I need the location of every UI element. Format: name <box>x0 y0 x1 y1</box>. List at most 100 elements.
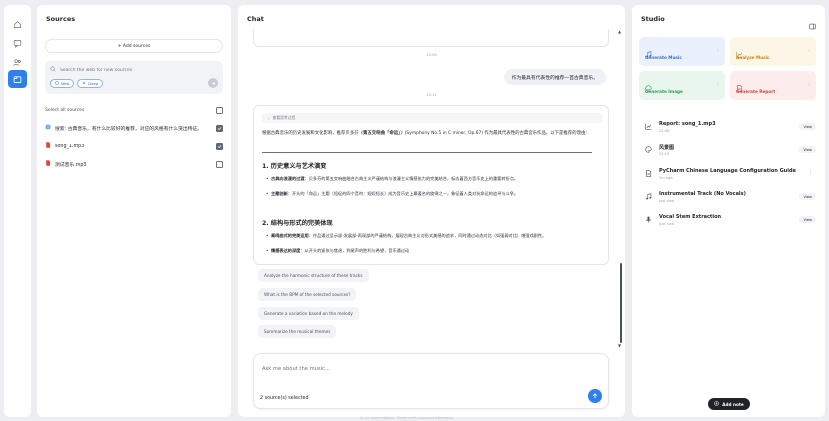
nav-rail <box>4 5 31 417</box>
source-item[interactable]: 搜索: 古典音乐，有什么比较好的推荐，对应的风格有什么突出特征。 <box>45 123 223 133</box>
note-time: Just now <box>659 222 675 226</box>
previous-message-card <box>253 29 609 47</box>
source-label: 搜索: 古典音乐，有什么比较好的推荐，对应的风格有什么突出特征。 <box>55 126 203 132</box>
web-search-input[interactable] <box>60 67 200 73</box>
chevron-right-icon: › <box>717 82 719 88</box>
select-all-label: Select all sources <box>45 107 85 113</box>
file-icon <box>45 160 51 168</box>
note-item[interactable]: PyCharm Chinese Language Configuration G… <box>644 168 816 186</box>
note-title: 风景图 <box>659 145 675 151</box>
deep-chip-label: Deep <box>88 81 99 86</box>
thinking-toggle[interactable]: › 查看思考过程 <box>262 113 602 123</box>
view-button[interactable]: View <box>799 216 816 223</box>
select-all-row[interactable]: Select all sources <box>45 105 223 115</box>
note-item[interactable]: Instrumental Track (No Vocals) Just now … <box>644 191 816 209</box>
source-label: song_1.mp3 <box>55 143 85 149</box>
generate-image-tile[interactable]: Generate Image › <box>639 71 725 100</box>
answer-bullet: 主题创新：开头的「命运」主题（短促的四个音符：短短短长）成为音乐史上最著名的旋律… <box>266 190 586 197</box>
answer-heading: 1. 历史意义与艺术演变 <box>262 163 327 170</box>
sparkle-icon <box>82 81 87 86</box>
note-time: 22:15 <box>659 152 670 156</box>
studio-title: Studio <box>641 15 665 23</box>
answer-bullet: 奏鸣曲式的完美运用：作品通过呈示部-发展部-再现部的严谨结构，展现古典主义对形式… <box>266 232 586 239</box>
tile-label: Generate Music <box>645 55 682 60</box>
chat-panel: Chat 22:04 作为最具有代表性的推荐一首古典音乐。 22:11 › 查看… <box>238 5 625 417</box>
sources-title: Sources <box>46 15 76 23</box>
answer-bullet: 情感表达的深度：从开头的紧张与焦虑，到尾声的胜利与希望，音乐通过动 <box>266 247 586 254</box>
chat-icon[interactable] <box>8 34 27 52</box>
globe-icon <box>45 124 51 132</box>
generate-music-tile[interactable]: Generate Music › <box>639 37 725 66</box>
answer-bullet: 古典向浪漫的过渡：贝多芬的第五交响曲融合古典主义严谨结构与浪漫主义情感张力的完美… <box>266 175 586 182</box>
answer-intro: 根据古典音乐的历史发展和文化影响，推荐贝多芬《第五交响曲「命运」》(Sympho… <box>262 131 590 136</box>
answer-heading: 2. 结构与形式的完美体现 <box>262 220 333 227</box>
music-note-icon <box>644 192 653 201</box>
source-checkbox[interactable] <box>216 124 223 132</box>
collapse-panel-icon[interactable] <box>809 15 816 34</box>
search-icon <box>50 66 56 74</box>
notebook-icon[interactable] <box>8 70 27 88</box>
note-item[interactable]: Vocal Stem Extraction Just now View <box>644 214 816 232</box>
document-icon <box>644 169 653 178</box>
web-search-box: Web Deep <box>45 61 223 94</box>
view-button[interactable]: View <box>799 123 816 130</box>
timestamp: 22:11 <box>426 93 437 97</box>
source-checkbox[interactable] <box>216 142 223 150</box>
user-message: 作为最具有代表性的推荐一首古典音乐。 <box>503 69 606 85</box>
suggestion-chip[interactable]: Analyze the harmonic structure of these … <box>258 269 369 282</box>
chevron-right-icon: › <box>717 48 719 54</box>
web-chip[interactable]: Web <box>50 79 75 88</box>
deep-chip[interactable]: Deep <box>77 79 104 88</box>
note-title: Instrumental Track (No Vocals) <box>659 191 746 197</box>
note-time: 22:08 <box>659 129 670 133</box>
assistant-answer-card: › 查看思考过程 根据古典音乐的历史发展和文化影响，推荐贝多芬《第五交响曲「命运… <box>253 105 609 265</box>
chevron-right-icon: › <box>268 115 270 121</box>
more-options-icon[interactable]: ⋮ <box>808 169 813 175</box>
timestamp: 22:04 <box>426 53 437 57</box>
suggestion-chip[interactable]: Summarize the musical themes <box>258 325 337 338</box>
add-note-button[interactable]: Add note <box>708 398 750 410</box>
note-time: Just now <box>659 199 675 203</box>
select-all-checkbox[interactable] <box>216 106 223 114</box>
selected-sources-status: 2 source(s) selected <box>260 396 309 401</box>
chat-title: Chat <box>247 15 264 23</box>
source-checkbox[interactable] <box>216 160 223 168</box>
tile-label: Analyze Music <box>736 55 770 60</box>
note-title: PyCharm Chinese Language Configuration G… <box>659 168 796 174</box>
disclaimer: AI can make mistakes. Please verify impo… <box>360 416 455 420</box>
note-item[interactable]: Report: song_1.mp3 22:08 View <box>644 121 816 139</box>
thinking-label: 查看思考过程 <box>272 115 296 120</box>
search-submit-button[interactable] <box>208 78 218 88</box>
suggestion-chip[interactable]: What is the BPM of the selected sources? <box>258 288 357 301</box>
generate-report-tile[interactable]: Generate Report › <box>730 71 816 100</box>
source-item[interactable]: song_1.mp3 <box>45 141 223 151</box>
chevron-right-icon: › <box>808 48 810 54</box>
globe-icon <box>55 81 59 86</box>
palette-icon <box>644 145 653 154</box>
add-sources-button[interactable]: + Add sources <box>45 39 223 53</box>
send-button[interactable] <box>588 389 602 403</box>
note-title: Vocal Stem Extraction <box>659 214 722 220</box>
chevron-right-icon: › <box>808 82 810 88</box>
chat-composer: 2 source(s) selected <box>253 353 609 409</box>
scroll-down-icon[interactable]: ▼ <box>618 343 621 348</box>
tile-label: Generate Report <box>736 89 776 94</box>
home-icon[interactable] <box>8 15 27 33</box>
note-time: 3m ago <box>659 176 673 180</box>
sources-panel: Sources + Add sources Web Deep Select al… <box>37 5 231 417</box>
chat-input[interactable] <box>262 366 562 372</box>
microphone-icon <box>644 215 653 224</box>
file-icon <box>45 142 51 150</box>
view-button[interactable]: View <box>799 146 816 153</box>
analyze-music-tile[interactable]: Analyze Music › <box>730 37 816 66</box>
view-button[interactable]: View <box>799 193 816 200</box>
note-item[interactable]: 风景图 22:15 View <box>644 144 816 162</box>
tile-label: Generate Image <box>645 89 683 94</box>
chat-scrollbar[interactable] <box>620 263 622 343</box>
scroll-up-icon[interactable]: ▲ <box>618 29 621 34</box>
users-icon[interactable] <box>8 53 27 71</box>
add-note-label: Add note <box>722 401 744 407</box>
source-item[interactable]: 测试音乐.mp3 <box>45 159 223 169</box>
divider <box>262 152 592 153</box>
suggestion-chip[interactable]: Generate a variation based on the melody <box>258 307 359 320</box>
